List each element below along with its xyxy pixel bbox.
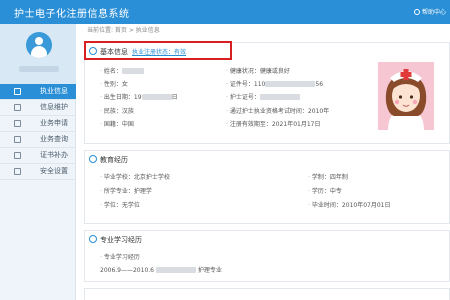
redacted-value [265, 81, 316, 87]
nurse-photo [378, 62, 434, 130]
section-header: 教育经历 [89, 154, 128, 166]
sidebar-item-label: 业务申请 [40, 119, 68, 127]
sidebar-item-label: 执业信息 [40, 87, 68, 95]
field-major: 所学专业：护理学 [100, 186, 152, 195]
section-title: 教育经历 [100, 156, 128, 164]
redacted-value [259, 94, 300, 100]
field-nationality: 国籍：中国 [100, 119, 134, 128]
field-id-number: 证件号：11056 [226, 79, 323, 88]
field-gender: 性别：女 [100, 79, 128, 88]
study-subtitle: 专业学习经历 [100, 252, 140, 261]
sidebar-item-label: 证书补办 [40, 151, 68, 159]
field-edu-level: 学历：中专 [308, 186, 342, 195]
sidebar-item-label: 业务查询 [40, 135, 68, 143]
study-record: 2006.9——2010.6 护理专业 [100, 267, 222, 274]
field-health: 健康状况：健康或良好 [226, 66, 290, 75]
sidebar-item-business-apply[interactable]: 业务申请 [0, 116, 76, 132]
top-bar: 护士电子化注册信息系统 帮助中心 [0, 0, 450, 24]
sidebar-item-certificate-reissue[interactable]: 证书补办 [0, 148, 76, 164]
field-name: 姓名： [100, 66, 144, 75]
user-panel [0, 24, 76, 88]
app-title: 护士电子化注册信息系统 [14, 9, 130, 20]
field-grad-time: 毕业时间：2010年07月01日 [308, 200, 390, 209]
certificate-icon [14, 152, 21, 159]
field-expire-date: 注册有效期至：2021年01月17日 [226, 119, 320, 128]
field-school: 毕业学校：北京护士学校 [100, 172, 170, 181]
lock-icon [14, 168, 21, 175]
redacted-value [121, 68, 144, 74]
info-icon [14, 88, 21, 95]
breadcrumb: 当前位置: 首页 > 执业信息 [87, 27, 160, 34]
education-icon [89, 155, 97, 163]
help-center-link[interactable]: 帮助中心 [413, 7, 446, 16]
book-icon [89, 235, 97, 243]
field-nurse-cert: 护士证号： [226, 92, 300, 101]
redacted-value [141, 94, 172, 100]
sidebar: 执业信息 信息维护 业务申请 业务查询 证书补办 安全设置 [0, 24, 76, 300]
apply-icon [14, 120, 21, 127]
sidebar-item-practice-info[interactable]: 执业信息 [0, 84, 76, 100]
query-icon [14, 136, 21, 143]
avatar [26, 32, 52, 58]
help-icon [413, 9, 420, 15]
sidebar-item-business-query[interactable]: 业务查询 [0, 132, 76, 148]
username-redacted [19, 66, 59, 72]
field-exam-date: 通过护士执业资格考试时间：2010年 [226, 106, 329, 115]
section-header: 专业学习经历 [89, 234, 142, 246]
edit-icon [14, 104, 21, 111]
field-ethnic: 民族：汉族 [100, 106, 134, 115]
field-birth: 出生日期：19日 [100, 92, 178, 101]
sidebar-item-security[interactable]: 安全设置 [0, 164, 76, 180]
sidebar-item-info-maintenance[interactable]: 信息维护 [0, 100, 76, 116]
highlight-box [84, 41, 232, 60]
next-section [84, 288, 450, 300]
field-school-system: 学制：四年制 [308, 172, 348, 181]
redacted-value [155, 267, 196, 273]
help-label: 帮助中心 [421, 9, 446, 16]
field-degree: 学位：无学位 [100, 200, 140, 209]
sidebar-item-label: 信息维护 [40, 103, 68, 111]
sidebar-item-label: 安全设置 [40, 167, 68, 175]
section-title: 专业学习经历 [100, 236, 142, 244]
